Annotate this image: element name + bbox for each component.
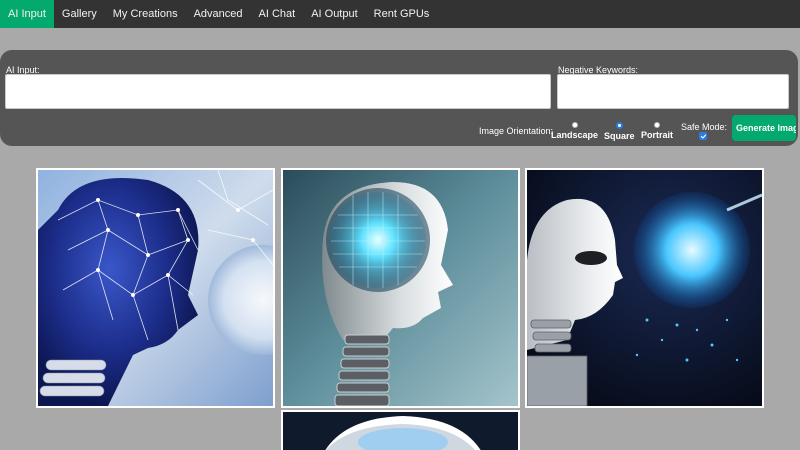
radio-landscape[interactable]: [571, 122, 578, 128]
gallery-image-4[interactable]: [281, 410, 520, 450]
top-nav: AI Input Gallery My Creations Advanced A…: [0, 0, 800, 28]
robot-sphere-image: [527, 170, 762, 406]
tab-rent-gpus[interactable]: Rent GPUs: [366, 0, 438, 28]
radio-square[interactable]: [615, 122, 623, 129]
orientation-label: Image Orientation:: [479, 126, 554, 136]
robot-head-partial-image: [283, 412, 518, 450]
negative-keywords-field[interactable]: [557, 74, 789, 109]
robot-network-image: [38, 170, 273, 406]
gallery-image-2[interactable]: [281, 168, 520, 408]
check-icon: [700, 133, 706, 139]
generate-image-button[interactable]: Generate Image: [732, 115, 796, 141]
robot-circuit-brain-image: [283, 170, 518, 406]
gallery-image-1[interactable]: [36, 168, 275, 408]
radio-portrait-label: Portrait: [641, 130, 674, 140]
radio-portrait[interactable]: [654, 122, 660, 128]
gallery-image-3[interactable]: [525, 168, 764, 408]
orientation-landscape[interactable]: Landscape: [551, 122, 598, 140]
tab-ai-output[interactable]: AI Output: [303, 0, 365, 28]
safe-mode-checkbox[interactable]: [699, 132, 707, 140]
tab-advanced[interactable]: Advanced: [186, 0, 251, 28]
orientation-portrait[interactable]: Portrait: [641, 122, 673, 140]
tab-ai-input[interactable]: AI Input: [0, 0, 54, 28]
orientation-square[interactable]: Square: [604, 122, 635, 141]
tab-gallery[interactable]: Gallery: [54, 0, 105, 28]
safe-mode-label: Safe Mode:: [681, 122, 728, 132]
radio-landscape-label: Landscape: [551, 130, 599, 140]
radio-square-label: Square: [604, 131, 635, 141]
ai-input-field[interactable]: [5, 74, 551, 109]
tab-ai-chat[interactable]: AI Chat: [251, 0, 304, 28]
tab-my-creations[interactable]: My Creations: [105, 0, 186, 28]
